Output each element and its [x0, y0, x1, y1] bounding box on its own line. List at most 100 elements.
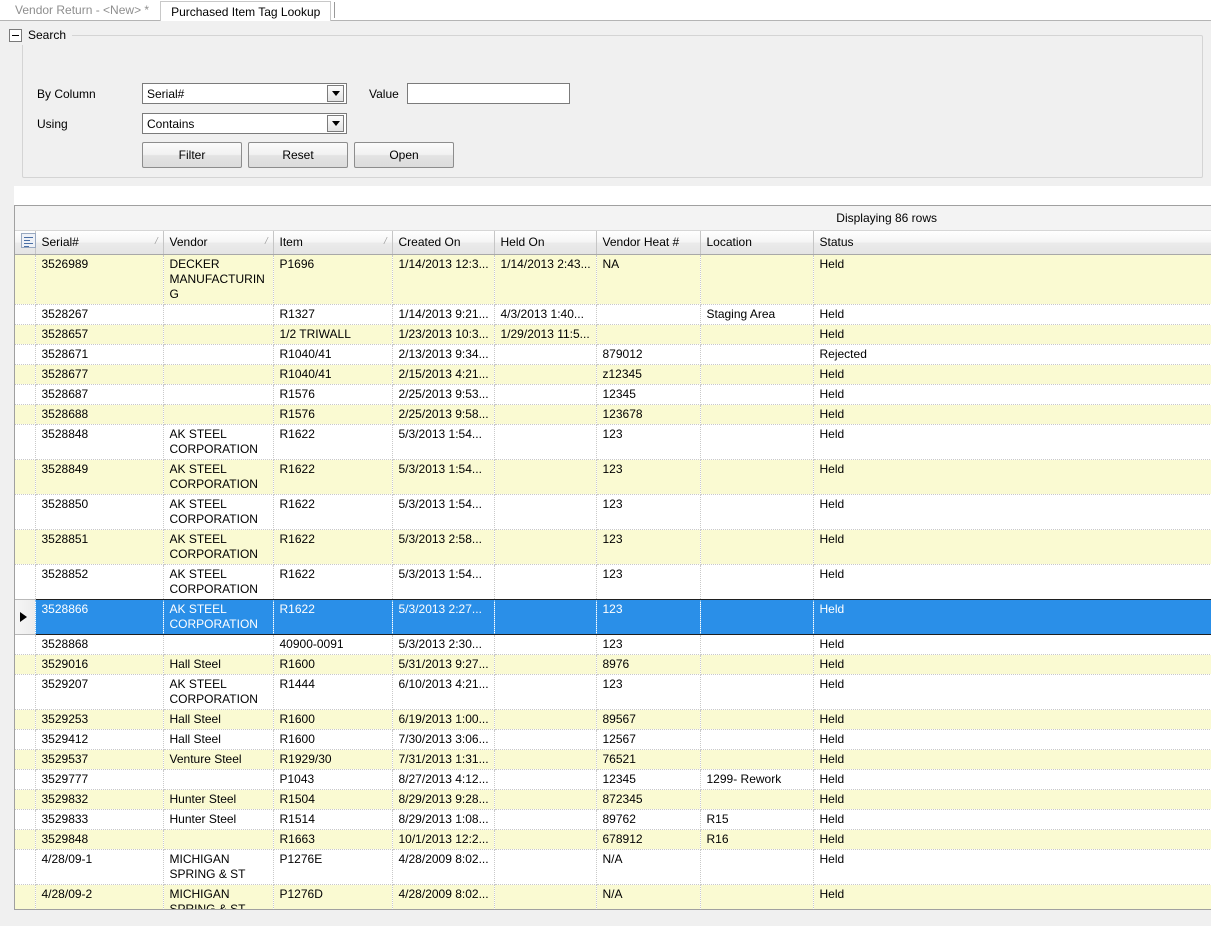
cell-created-on[interactable]: 4/28/2009 8:02... — [392, 849, 495, 885]
column-header-vendor-heat[interactable]: Vendor Heat # — [596, 231, 701, 255]
cell-held-on[interactable] — [494, 364, 597, 385]
chevron-down-icon[interactable] — [327, 115, 344, 132]
row-header-cell[interactable] — [15, 424, 36, 460]
cell-vendor[interactable] — [163, 324, 274, 345]
cell-held-on[interactable] — [494, 884, 597, 909]
cell-status[interactable]: Held — [813, 884, 1211, 909]
cell-held-on[interactable] — [494, 459, 597, 495]
cell-vendor-heat[interactable]: 879012 — [596, 344, 701, 365]
cell-serial[interactable]: 3529412 — [35, 729, 164, 750]
cell-created-on[interactable]: 5/3/2013 1:54... — [392, 564, 495, 600]
row-header-cell[interactable] — [15, 884, 36, 909]
column-header-item[interactable]: Item ⁄ — [273, 231, 393, 255]
cell-item[interactable]: R1514 — [273, 809, 393, 830]
cell-status[interactable]: Held — [813, 364, 1211, 385]
cell-vendor-heat[interactable]: 123678 — [596, 404, 701, 425]
cell-vendor-heat[interactable]: 123 — [596, 674, 701, 710]
cell-held-on[interactable] — [494, 564, 597, 600]
cell-location[interactable] — [700, 324, 814, 345]
cell-serial[interactable]: 3528850 — [35, 494, 164, 530]
cell-location[interactable] — [700, 564, 814, 600]
column-header-held-on[interactable]: Held On — [494, 231, 597, 255]
cell-vendor-heat[interactable]: z12345 — [596, 364, 701, 385]
row-header-cell[interactable] — [15, 634, 36, 655]
cell-vendor-heat[interactable]: NA — [596, 254, 701, 305]
column-header-vendor[interactable]: Vendor ⁄ — [163, 231, 274, 255]
cell-serial[interactable]: 3528868 — [35, 634, 164, 655]
tab-vendor-return[interactable]: Vendor Return - <New> * — [4, 0, 160, 20]
table-row[interactable]: 3528848 AK STEEL CORPORATION R1622 5/3/2013… — [15, 424, 1211, 460]
cell-vendor-heat[interactable]: 872345 — [596, 789, 701, 810]
cell-serial[interactable]: 3528849 — [35, 459, 164, 495]
cell-created-on[interactable]: 2/15/2013 4:21... — [392, 364, 495, 385]
cell-status[interactable]: Held — [813, 789, 1211, 810]
collapse-icon[interactable] — [9, 28, 22, 42]
cell-location[interactable] — [700, 654, 814, 675]
cell-vendor-heat[interactable]: 123 — [596, 494, 701, 530]
cell-vendor[interactable] — [163, 769, 274, 790]
cell-status[interactable]: Held — [813, 749, 1211, 770]
cell-serial[interactable]: 3529777 — [35, 769, 164, 790]
cell-vendor-heat[interactable]: 8976 — [596, 654, 701, 675]
grid-corner-cell[interactable] — [15, 231, 36, 255]
cell-location[interactable] — [700, 384, 814, 405]
cell-vendor-heat[interactable]: 123 — [596, 459, 701, 495]
cell-location[interactable] — [700, 254, 814, 305]
row-header-cell[interactable] — [15, 829, 36, 850]
row-header-cell[interactable] — [15, 809, 36, 830]
row-header-cell[interactable] — [15, 564, 36, 600]
tab-purchased-item-tag-lookup[interactable]: Purchased Item Tag Lookup — [160, 1, 332, 21]
cell-held-on[interactable] — [494, 829, 597, 850]
cell-status[interactable]: Held — [813, 254, 1211, 305]
cell-created-on[interactable]: 8/27/2013 4:12... — [392, 769, 495, 790]
cell-status[interactable]: Held — [813, 729, 1211, 750]
cell-vendor-heat[interactable]: 123 — [596, 424, 701, 460]
cell-item[interactable]: R1622 — [273, 598, 393, 635]
column-header-created-on[interactable]: Created On — [392, 231, 495, 255]
cell-created-on[interactable]: 7/30/2013 3:06... — [392, 729, 495, 750]
using-select[interactable]: Contains — [142, 113, 347, 134]
cell-created-on[interactable]: 2/25/2013 9:53... — [392, 384, 495, 405]
cell-vendor[interactable] — [163, 829, 274, 850]
cell-created-on[interactable]: 7/31/2013 1:31... — [392, 749, 495, 770]
row-header-cell[interactable] — [15, 749, 36, 770]
cell-item[interactable]: R1504 — [273, 789, 393, 810]
cell-status[interactable]: Held — [813, 494, 1211, 530]
row-header-cell[interactable] — [15, 729, 36, 750]
table-row[interactable]: 3528671 R1040/41 2/13/2013 9:34... 879012 Re… — [15, 344, 1211, 365]
cell-serial[interactable]: 4/28/09-2 — [35, 884, 164, 909]
table-row[interactable]: 4/28/09-2 MICHIGAN SPRING & ST P1276D 4/28/… — [15, 884, 1211, 909]
cell-vendor-heat[interactable]: 123 — [596, 634, 701, 655]
cell-location[interactable] — [700, 404, 814, 425]
cell-serial[interactable]: 3529253 — [35, 709, 164, 730]
cell-location[interactable] — [700, 849, 814, 885]
cell-vendor-heat[interactable]: 76521 — [596, 749, 701, 770]
cell-item[interactable]: R1600 — [273, 729, 393, 750]
cell-vendor[interactable]: AK STEEL CORPORATION — [163, 564, 274, 600]
row-header-cell[interactable] — [15, 709, 36, 730]
cell-status[interactable]: Held — [813, 709, 1211, 730]
cell-created-on[interactable]: 5/3/2013 2:58... — [392, 529, 495, 565]
row-header-cell[interactable] — [15, 364, 36, 385]
cell-vendor[interactable]: MICHIGAN SPRING & ST — [163, 884, 274, 909]
cell-serial[interactable]: 3529832 — [35, 789, 164, 810]
cell-status[interactable]: Rejected — [813, 344, 1211, 365]
cell-item[interactable]: R1600 — [273, 654, 393, 675]
cell-location[interactable] — [700, 709, 814, 730]
cell-held-on[interactable] — [494, 529, 597, 565]
cell-status[interactable]: Held — [813, 459, 1211, 495]
cell-location[interactable] — [700, 424, 814, 460]
cell-item[interactable]: 40900-0091 — [273, 634, 393, 655]
cell-vendor[interactable]: Hunter Steel — [163, 809, 274, 830]
cell-created-on[interactable]: 2/13/2013 9:34... — [392, 344, 495, 365]
cell-location[interactable]: R16 — [700, 829, 814, 850]
cell-created-on[interactable]: 5/3/2013 1:54... — [392, 494, 495, 530]
cell-status[interactable]: Held — [813, 598, 1211, 635]
cell-serial[interactable]: 3528657 — [35, 324, 164, 345]
by-column-select[interactable]: Serial# — [142, 83, 347, 104]
cell-item[interactable]: R1663 — [273, 829, 393, 850]
row-header-cell[interactable] — [15, 494, 36, 530]
cell-status[interactable]: Held — [813, 849, 1211, 885]
cell-created-on[interactable]: 5/3/2013 1:54... — [392, 424, 495, 460]
cell-item[interactable]: R1622 — [273, 424, 393, 460]
